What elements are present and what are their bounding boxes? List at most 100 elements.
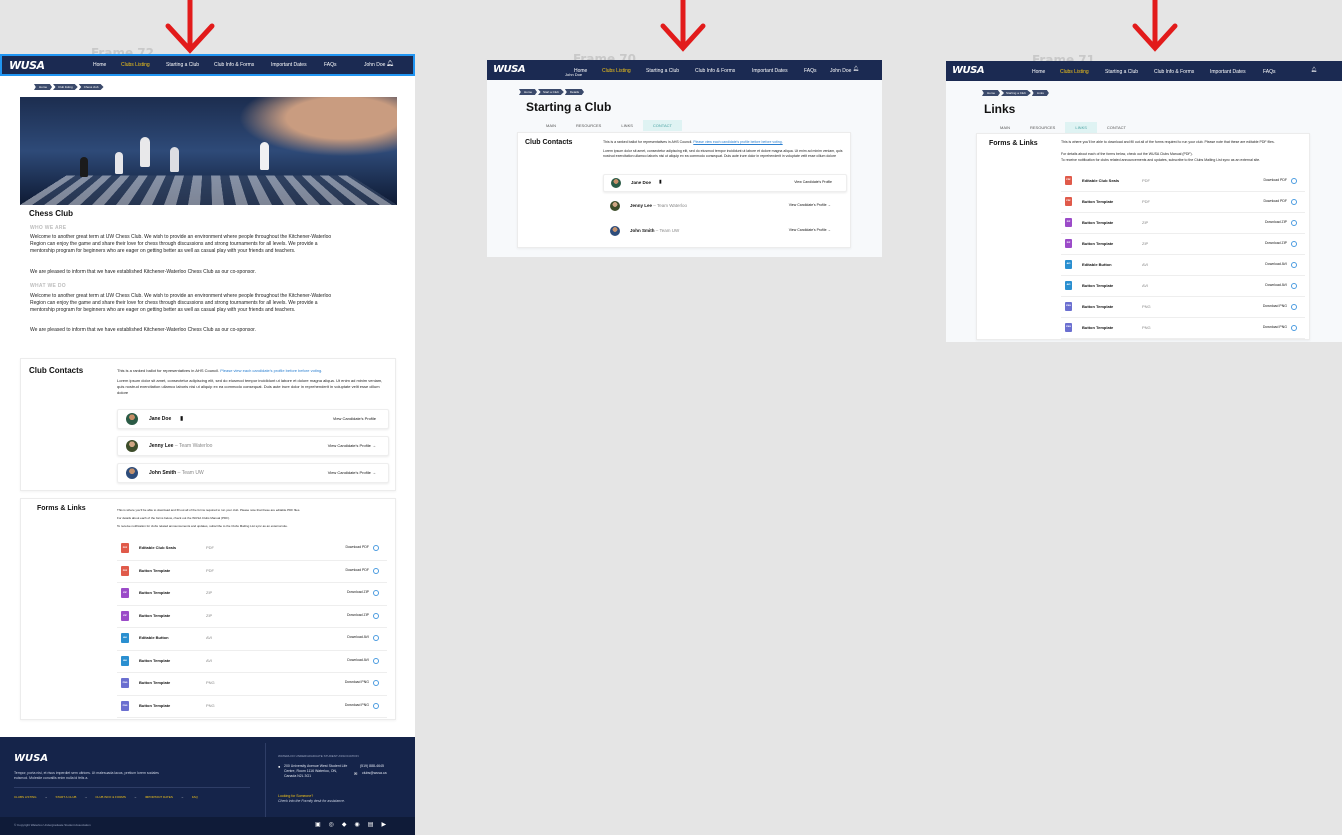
youtube-icon[interactable]: ▶ [381,821,386,828]
nav-user[interactable]: John Doe [830,68,851,74]
download-button[interactable]: Download PDF [345,568,369,572]
download-button[interactable]: Download PNG [1263,325,1287,329]
contacts-intro-link[interactable]: Please view each candidate's profile bef… [220,368,322,373]
nav-user[interactable]: John Doe [565,72,582,77]
linkedin-icon[interactable]: ▤ [368,821,374,828]
footer-link[interactable]: CLUBS LISTING [14,795,37,799]
tab-contact[interactable]: CONTACT [642,120,682,131]
nav-clubs-listing[interactable]: Clubs Listing [602,68,631,74]
footer-link[interactable]: FAQ [192,795,198,799]
info-circle-icon[interactable] [1291,220,1297,226]
breadcrumb-item[interactable]: Home [34,84,53,90]
info-circle-icon[interactable] [373,567,379,574]
nav-important-dates[interactable]: Important Dates [271,62,307,68]
nav-faqs[interactable]: FAQs [804,68,817,74]
reddit-icon[interactable]: ◉ [355,821,360,828]
contacts-intro-link[interactable]: Please view each candidate's profile bef… [693,140,782,144]
nav-important-dates[interactable]: Important Dates [1210,69,1246,75]
nav-clubs-listing[interactable]: Clubs Listing [121,62,150,68]
info-circle-icon[interactable] [1291,178,1297,184]
logo[interactable]: WUSA [493,64,526,75]
download-button[interactable]: Download PDF [1263,199,1287,203]
info-circle-icon[interactable] [1291,262,1297,268]
breadcrumb-item[interactable]: Club listing [53,84,78,90]
twitter-icon[interactable]: ◆ [342,821,347,828]
nav-club-info[interactable]: Club Info & Forms [214,62,254,68]
download-button[interactable]: Download PNG [345,680,369,684]
nav-faqs[interactable]: FAQs [324,62,337,68]
tab-links[interactable]: LINKS [611,120,643,131]
info-circle-icon[interactable] [373,635,379,641]
info-circle-icon[interactable] [373,702,379,709]
info-circle-icon[interactable] [1291,241,1297,247]
footer-link[interactable]: START A CLUB [56,795,77,799]
footer-phone[interactable]: (519) 888-4645 [360,764,384,768]
nav-starting-club[interactable]: Starting a Club [646,68,679,74]
info-circle-icon[interactable] [373,612,379,619]
view-profile-link[interactable]: View Candidate's Profile [794,180,832,184]
breadcrumb-item[interactable]: Links [1031,90,1049,96]
view-profile-link[interactable]: View Candidate's Profile → [328,470,376,475]
info-circle-icon[interactable] [373,590,379,596]
breadcrumb-item[interactable]: Home [982,90,1001,96]
download-button[interactable]: Download AVI [347,635,369,639]
bookmark-icon[interactable]: ▮ [180,415,183,422]
info-circle-icon[interactable] [373,545,379,551]
nav-club-info[interactable]: Club Info & Forms [695,68,735,74]
download-button[interactable]: Download AVI [1265,262,1287,266]
download-button[interactable]: Download ZIP [347,613,369,617]
bell-icon[interactable]: 🔔︎ [853,66,859,72]
download-button[interactable]: Download AVI [1265,283,1287,287]
bookmark-icon[interactable]: ▮ [659,179,662,185]
nav-starting-club[interactable]: Starting a Club [166,62,199,68]
tab-main[interactable]: MAIN [536,120,566,131]
nav-important-dates[interactable]: Important Dates [752,68,788,74]
nav-clubs-listing[interactable]: Clubs Listing [1060,69,1089,75]
download-button[interactable]: Download ZIP [1265,241,1287,245]
view-profile-link[interactable]: View Candidate's Profile → [789,203,831,207]
bell-icon[interactable]: 🔔︎ [1311,67,1317,73]
tab-contact[interactable]: CONTACT [1097,122,1136,133]
download-button[interactable]: Download PDF [1263,178,1287,182]
instagram-icon[interactable]: ◎ [329,821,334,828]
download-button[interactable]: Download ZIP [347,590,369,594]
breadcrumb-item[interactable]: Start a Club [538,89,564,95]
logo[interactable]: WUSA [9,59,45,72]
view-profile-link[interactable]: View Candidate's Profile → [328,443,376,448]
footer-email[interactable]: clubs@wusa.ca [362,771,387,775]
info-circle-icon[interactable] [1291,199,1297,205]
nav-starting-club[interactable]: Starting a Club [1105,69,1138,75]
info-circle-icon[interactable] [373,657,379,664]
logo[interactable]: WUSA [952,65,985,76]
breadcrumb-item[interactable]: Home [519,89,538,95]
bell-icon[interactable]: 🔔︎ [386,60,394,67]
nav-club-info[interactable]: Club Info & Forms [1154,69,1194,75]
info-circle-icon[interactable] [1291,283,1297,289]
download-button[interactable]: Download AVI [347,658,369,662]
tab-resources[interactable]: RESOURCES [1020,122,1065,133]
nav-home[interactable]: Home [93,62,106,68]
info-circle-icon[interactable] [1291,325,1297,331]
breadcrumb-item[interactable]: Chess club [78,84,104,90]
footer-link[interactable]: IMPORTANT DATES [145,795,173,799]
breadcrumb-item[interactable]: Details [564,89,585,95]
tab-resources[interactable]: RESOURCES [566,120,611,131]
tab-links[interactable]: LINKS [1065,122,1097,133]
download-button[interactable]: Download PNG [1263,304,1287,308]
footer-logo[interactable]: WUSA [14,753,48,764]
download-button[interactable]: Download PDF [345,545,369,549]
view-profile-link[interactable]: View Candidate's Profile → [789,228,831,232]
info-circle-icon[interactable] [1291,304,1297,310]
nav-user[interactable]: John Doe [364,62,385,68]
download-button[interactable]: Download PNG [345,703,369,707]
download-button[interactable]: Download ZIP [1265,220,1287,224]
view-profile-link[interactable]: View Candidate's Profile [333,416,376,421]
tab-main[interactable]: MAIN [990,122,1020,133]
breadcrumb-item[interactable]: Starting a Club [1001,90,1031,96]
footer-looking[interactable]: Looking for Someone? [278,794,313,798]
footer-link[interactable]: CLUB INFO & FORMS [95,795,126,799]
nav-faqs[interactable]: FAQs [1263,69,1276,75]
info-circle-icon[interactable] [373,680,379,686]
facebook-icon[interactable]: ▣ [315,821,321,828]
nav-home[interactable]: Home [1032,69,1045,75]
